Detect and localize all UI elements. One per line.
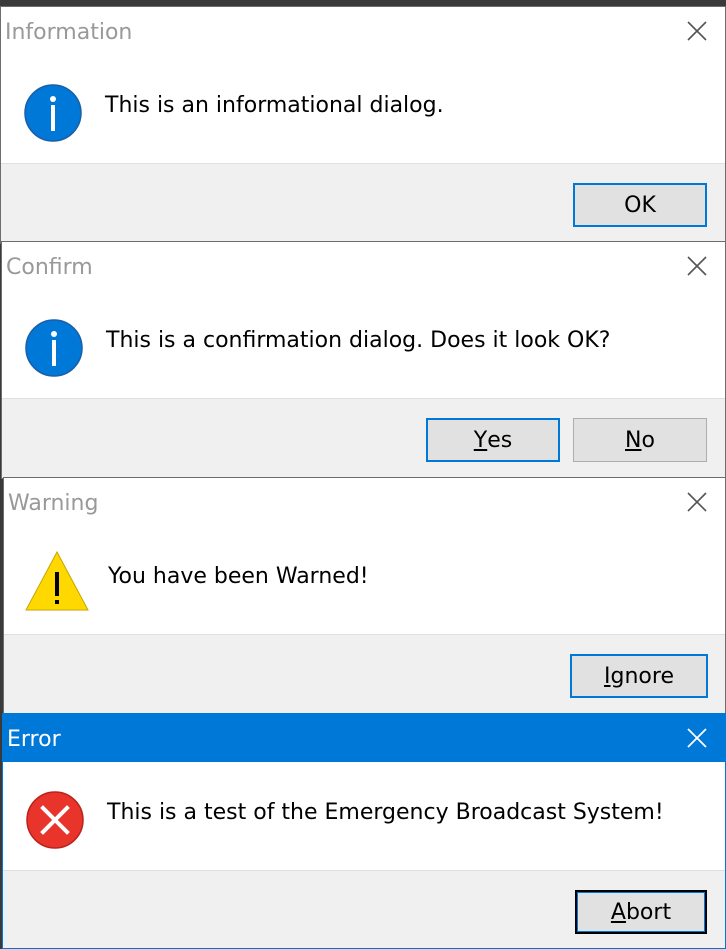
title-bar[interactable]: Error xyxy=(3,714,725,762)
desktop: Information This is an informational dia… xyxy=(0,0,726,949)
close-button[interactable] xyxy=(677,486,717,518)
dialog-title: Information xyxy=(5,20,133,45)
info-icon xyxy=(23,83,83,143)
close-button[interactable] xyxy=(677,15,717,47)
ok-button[interactable]: OK xyxy=(573,183,707,227)
close-button[interactable] xyxy=(677,722,717,754)
button-label-rest: gnore xyxy=(610,663,674,689)
close-icon xyxy=(687,21,707,41)
dialog-content: This is a test of the Emergency Broadcas… xyxy=(3,762,725,870)
close-button[interactable] xyxy=(677,250,717,282)
error-dialog: Error This is a test of the Emergency Br… xyxy=(2,713,726,949)
abort-button[interactable]: Abort xyxy=(575,890,707,934)
dialog-content: You have been Warned! xyxy=(4,526,725,634)
info-icon xyxy=(24,318,84,378)
dialog-footer: Ignore xyxy=(4,634,725,714)
ignore-button[interactable]: Ignore xyxy=(570,654,708,698)
warning-dialog: Warning You have been Warned! Ignore xyxy=(3,477,726,715)
close-icon xyxy=(687,256,707,276)
error-icon xyxy=(25,790,85,850)
dialog-footer: Abort xyxy=(3,870,725,948)
button-label: OK xyxy=(624,192,656,218)
confirm-dialog: Confirm This is a confirmation dialog. D… xyxy=(1,241,726,479)
yes-button[interactable]: Yes xyxy=(426,418,560,462)
dialog-footer: Yes No xyxy=(2,398,725,478)
dialog-title: Warning xyxy=(8,491,99,516)
button-mnemonic: N xyxy=(625,427,642,453)
button-mnemonic: Y xyxy=(473,427,488,453)
dialog-title: Confirm xyxy=(6,255,93,280)
dialog-message: This is an informational dialog. xyxy=(105,93,444,118)
button-mnemonic: A xyxy=(610,899,626,925)
dialog-message: This is a test of the Emergency Broadcas… xyxy=(107,800,664,825)
button-label-rest: es xyxy=(487,427,513,453)
dialog-title: Error xyxy=(7,727,61,752)
title-bar[interactable]: Confirm xyxy=(2,242,725,290)
no-button[interactable]: No xyxy=(573,418,707,462)
dialog-message: You have been Warned! xyxy=(108,564,369,589)
title-bar[interactable]: Warning xyxy=(4,478,725,526)
button-label-rest: bort xyxy=(625,899,672,925)
title-bar[interactable]: Information xyxy=(1,7,725,55)
warning-icon xyxy=(24,548,90,614)
dialog-content: This is a confirmation dialog. Does it l… xyxy=(2,290,725,398)
dialog-footer: OK xyxy=(1,163,725,243)
information-dialog: Information This is an informational dia… xyxy=(0,6,726,244)
dialog-content: This is an informational dialog. xyxy=(1,55,725,163)
button-label-rest: o xyxy=(641,427,655,453)
dialog-message: This is a confirmation dialog. Does it l… xyxy=(106,328,611,353)
close-icon xyxy=(687,492,707,512)
close-icon xyxy=(687,728,707,748)
